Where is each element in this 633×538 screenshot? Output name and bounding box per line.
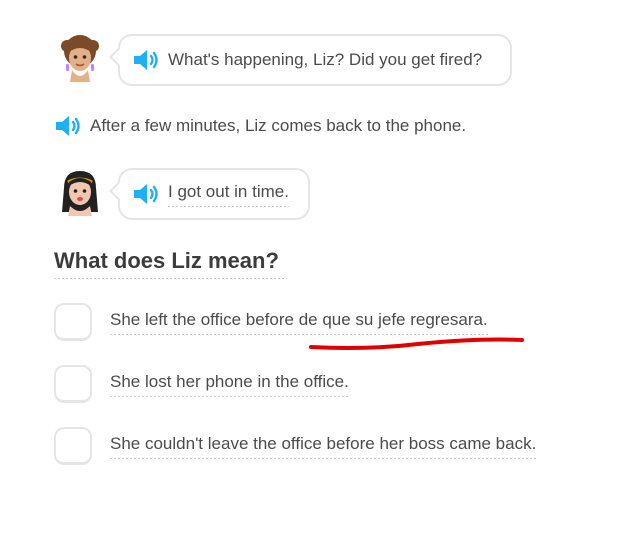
option-2-label[interactable]: She lost her phone in the office.	[110, 371, 349, 397]
red-underline-annotation	[309, 337, 524, 350]
option-3-checkbox[interactable]	[54, 427, 92, 465]
question-underline	[54, 278, 287, 279]
option-1-label[interactable]: She left the office before de que su jef…	[110, 309, 488, 335]
avatar-friend	[56, 34, 104, 82]
dialogue-text-1: What's happening, Liz? Did you get fired…	[168, 50, 483, 69]
dialogue-bubble-2: I got out in time.	[109, 168, 310, 220]
speaker-icon[interactable]	[132, 48, 162, 72]
speaker-icon[interactable]	[132, 182, 162, 206]
option-2[interactable]: She lost her phone in the office.	[54, 365, 349, 403]
option-1-checkbox[interactable]	[54, 303, 92, 341]
speaker-icon[interactable]	[54, 114, 84, 138]
narration-text: After a few minutes, Liz comes back to t…	[90, 116, 467, 135]
narration-line: After a few minutes, Liz comes back to t…	[54, 114, 466, 138]
option-3[interactable]: She couldn't leave the office before her…	[54, 427, 537, 465]
avatar-liz	[56, 168, 104, 216]
dialogue-bubble-1: What's happening, Liz? Did you get fired…	[109, 34, 512, 86]
question-title: What does Liz mean?	[54, 248, 279, 273]
option-2-checkbox[interactable]	[54, 365, 92, 403]
dialogue-text-2[interactable]: I got out in time.	[168, 181, 289, 207]
option-3-label[interactable]: She couldn't leave the office before her…	[110, 433, 537, 459]
